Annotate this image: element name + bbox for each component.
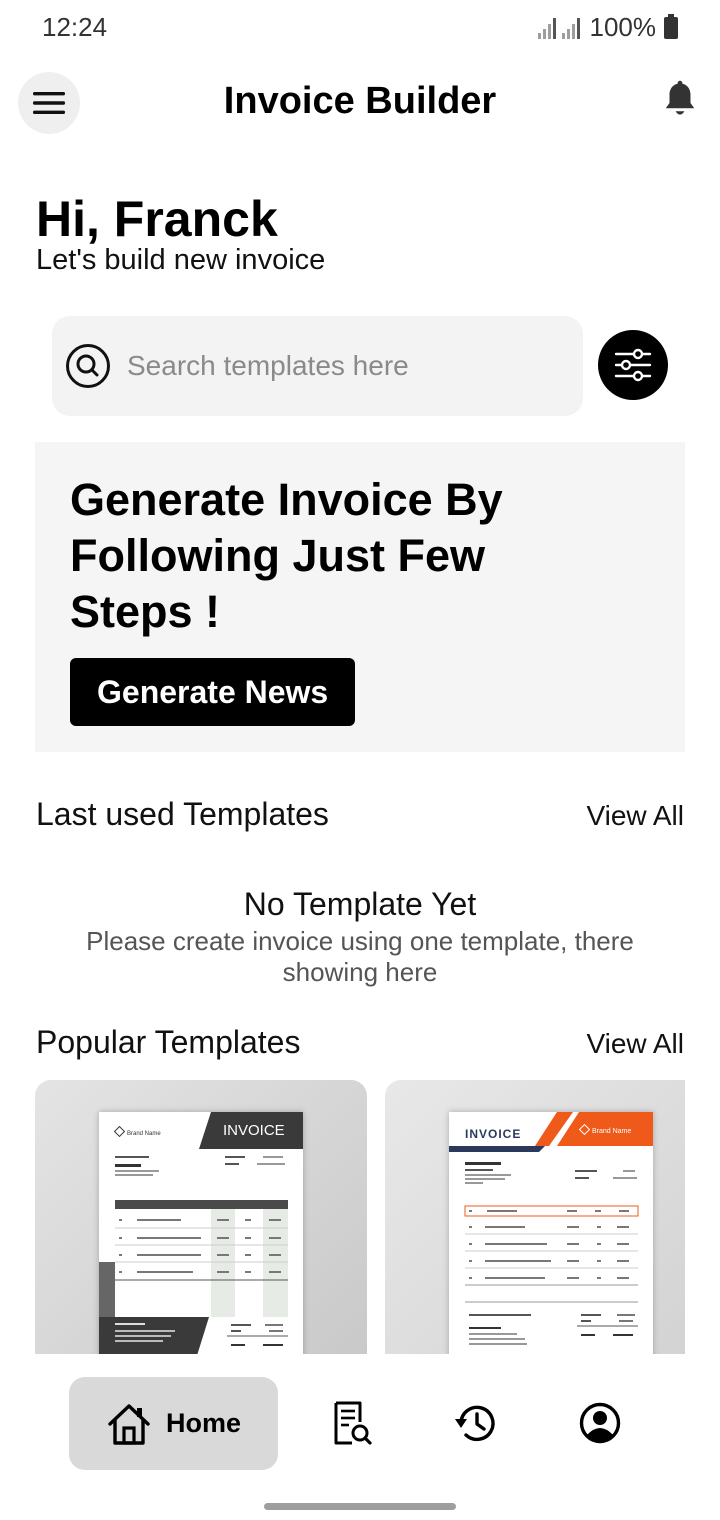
nav-profile-tab[interactable]: [578, 1400, 622, 1446]
home-icon: [108, 1403, 150, 1445]
template-preview: INVOICE Brand Name: [99, 1112, 303, 1354]
app-header: Invoice Builder: [0, 70, 720, 134]
greeting-title: Hi, Franck: [36, 191, 278, 247]
status-time: 12:24: [42, 12, 108, 42]
sliders-icon: [614, 348, 652, 382]
search-icon: [66, 344, 110, 388]
popular-view-all-link[interactable]: View All: [586, 1028, 684, 1060]
banner-title: Generate Invoice By Following Just Few S…: [70, 474, 503, 637]
nav-home-tab[interactable]: Home: [69, 1377, 278, 1470]
signal-icon-2: [561, 17, 580, 39]
nav-history-tab[interactable]: [454, 1400, 498, 1446]
signal-icon: [537, 17, 556, 39]
notification-button[interactable]: [662, 80, 702, 124]
bottom-navigation: Home: [0, 1360, 720, 1490]
history-icon: [455, 1405, 495, 1442]
popular-templates-list: INVOICE Brand Name INVOICE Brand Name: [35, 1080, 685, 1354]
search-input[interactable]: [127, 350, 547, 382]
popular-section-title: Popular Templates: [36, 1024, 301, 1060]
template-preview: INVOICE Brand Name: [449, 1112, 653, 1354]
empty-state-title: No Template Yet: [243, 886, 477, 922]
template-brand: Brand Name: [592, 1128, 631, 1135]
status-bar: 12:24 100%: [0, 0, 720, 56]
template-heading: INVOICE: [465, 1127, 521, 1141]
template-card[interactable]: INVOICE Brand Name: [35, 1080, 367, 1354]
template-brand: Brand Name: [127, 1131, 161, 1137]
template-card[interactable]: INVOICE Brand Name: [385, 1080, 685, 1354]
nav-home-label: Home: [165, 1408, 241, 1438]
last-used-view-all-link[interactable]: View All: [586, 800, 684, 832]
invoice-template-graphic: INVOICE Brand Name: [449, 1112, 653, 1345]
nav-invoices-tab[interactable]: [330, 1400, 374, 1446]
invoice-template-graphic: INVOICE Brand Name: [99, 1112, 303, 1354]
invoice-search-icon: [334, 1401, 372, 1445]
template-heading: INVOICE: [223, 1122, 285, 1139]
last-used-section-title: Last used Templates: [36, 796, 329, 832]
battery-percentage: 100%: [589, 12, 657, 42]
promo-banner: Generate Invoice By Following Just Few S…: [35, 442, 685, 752]
status-indicators: 100%: [537, 12, 678, 43]
filter-button[interactable]: [598, 330, 668, 400]
generate-button[interactable]: Generate News: [70, 658, 356, 726]
empty-state-description: Please create invoice using one template…: [86, 926, 634, 987]
profile-icon: [579, 1402, 621, 1444]
page-title: Invoice Builder: [223, 80, 497, 122]
bell-icon: [665, 80, 695, 115]
greeting-subtitle: Let's build new invoice: [36, 244, 326, 276]
battery-icon: [664, 13, 678, 39]
home-indicator: [264, 1503, 456, 1510]
search-box[interactable]: [52, 316, 583, 416]
